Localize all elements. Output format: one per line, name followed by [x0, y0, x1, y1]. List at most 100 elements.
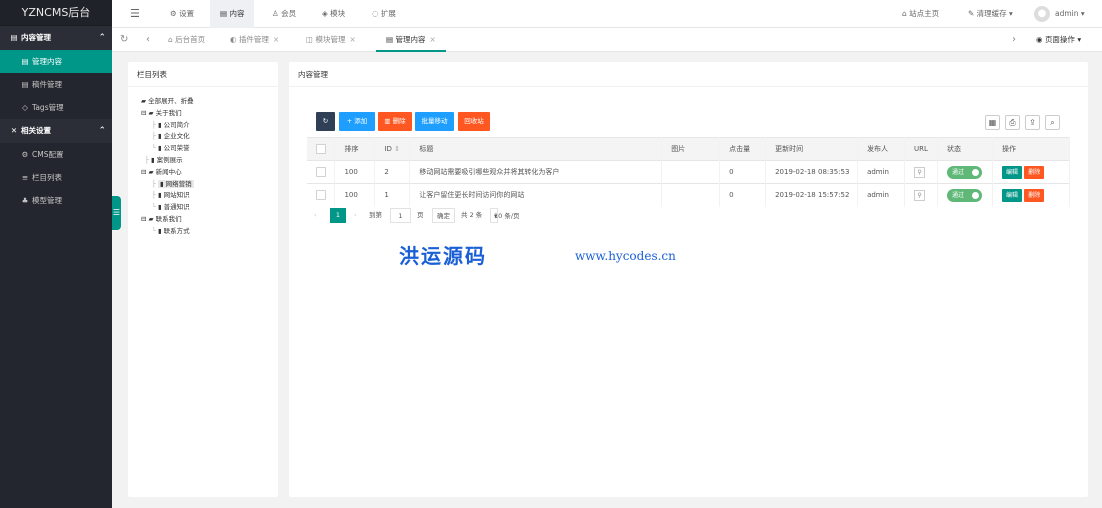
tabs-scroll-left-icon[interactable]: ‹: [142, 28, 154, 52]
tabs-scroll-right-icon[interactable]: ›: [1008, 28, 1020, 52]
tree-node[interactable]: ├ ▮ 企业文化: [141, 131, 278, 143]
content-table: 排序 ID ⇕ 标题 图片 点击量 更新时间 发布人 URL 状态 操作 100…: [307, 137, 1071, 207]
tab-plugins[interactable]: ◐ 插件管理 ×: [226, 28, 283, 52]
watermark-url: www.hycodes.cn: [575, 249, 676, 263]
col-image: 图片: [661, 137, 721, 161]
category-panel: 栏目列表 ▰ 全部展开、折叠 ⊟ ▰ 关于我们 ├ ▮ 公司简介 ├ ▮ 企业文…: [128, 62, 278, 497]
circle-dot-icon: ◉: [1036, 35, 1045, 44]
print-icon[interactable]: ⎙: [1005, 115, 1020, 130]
sidebar-group-content[interactable]: ▤ 内容管理 ⌃: [0, 26, 112, 50]
tab-manage-content[interactable]: ▤ 管理内容 ×: [376, 28, 446, 52]
row-checkbox[interactable]: [307, 160, 336, 184]
col-sort[interactable]: 排序: [334, 137, 376, 161]
export-icon[interactable]: ⇪: [1025, 115, 1040, 130]
refresh-table-button[interactable]: ↻: [316, 112, 335, 131]
tree-node[interactable]: ├ ▮ 公司简介: [141, 120, 278, 132]
row-checkbox[interactable]: [307, 183, 336, 207]
refresh-icon[interactable]: ↻: [116, 28, 132, 52]
tree-node-selected[interactable]: ├ ▮ 网络营销: [141, 179, 278, 191]
cell-id: 2: [374, 160, 411, 184]
link-icon[interactable]: ⚲: [914, 189, 926, 201]
tree-node[interactable]: ⊟ ▰ 关于我们: [141, 108, 278, 120]
confirm-button[interactable]: 确定: [432, 208, 455, 223]
cell-id: 1: [374, 183, 411, 207]
caret-down-icon: ▾: [494, 212, 498, 220]
minus-square-icon: ⊟: [141, 214, 149, 223]
table-row: 100 2 移动网站需要吸引哪些观众并将其转化为客户 0 2019-02-18 …: [307, 160, 1071, 184]
folder-icon: ▰: [148, 167, 156, 176]
topnav-content[interactable]: ▤ 内容: [210, 0, 255, 28]
col-updated: 更新时间: [765, 137, 859, 161]
sidebar-item-models[interactable]: ♣ 模型管理: [0, 189, 112, 212]
edit-button[interactable]: 编辑: [1001, 165, 1022, 179]
sidebar-item-tags[interactable]: ◇ Tags管理: [0, 96, 112, 119]
sidebar-item-cms-config[interactable]: ⚙ CMS配置: [0, 143, 112, 166]
tree-node[interactable]: └ ▮ 联系方式: [141, 226, 278, 238]
delete-row-button[interactable]: 删除: [1024, 165, 1045, 179]
recycle-bin-button[interactable]: 回收站: [458, 112, 490, 131]
status-toggle[interactable]: 通过: [947, 165, 982, 179]
tree-node[interactable]: └ ▮ 公司荣誉: [141, 143, 278, 155]
delete-row-button[interactable]: 删除: [1024, 188, 1045, 202]
page-current[interactable]: 1: [330, 208, 346, 223]
next-page-icon[interactable]: ›: [354, 208, 357, 223]
caret-down-icon: ▾: [1074, 35, 1082, 44]
tab-dashboard[interactable]: ⌂ 后台首页: [164, 28, 209, 52]
sidebar-item-drafts[interactable]: ▤ 稿件管理: [0, 73, 112, 96]
cell-updated: 2019-02-18 08:35:53: [765, 160, 859, 184]
tree-node[interactable]: ├ ▮ 网站知识: [141, 190, 278, 202]
cell-title[interactable]: 让客户留住更长时间访问你的网站: [409, 183, 663, 207]
batch-move-button[interactable]: 批量移动: [415, 112, 454, 131]
sidebar-item-category-list[interactable]: ≡ 栏目列表: [0, 166, 112, 189]
add-button[interactable]: + 添加: [339, 112, 375, 131]
tree-node[interactable]: └ ▮ 普通知识: [141, 202, 278, 214]
topnav-settings[interactable]: ⚙ 设置: [170, 0, 194, 28]
select-all-checkbox[interactable]: [307, 137, 336, 161]
per-page-select[interactable]: 10 条/页 ▾: [490, 208, 520, 223]
tree-expand-all[interactable]: ▰ 全部展开、折叠: [141, 96, 278, 108]
user-menu[interactable]: ● admin ▾: [1034, 0, 1085, 28]
avatar: ●: [1034, 6, 1050, 22]
columns-filter-icon[interactable]: ▦: [985, 115, 1000, 130]
sidebar-group-settings[interactable]: ✕ 相关设置 ⌃: [0, 119, 112, 143]
document-icon: ▤: [21, 57, 29, 66]
cell-actions: 编辑 删除: [992, 160, 1071, 184]
brush-icon: ✎: [968, 9, 977, 18]
status-toggle[interactable]: 通过: [947, 188, 982, 202]
cell-hits: 0: [719, 160, 767, 184]
col-id[interactable]: ID ⇕: [374, 137, 411, 161]
cell-title[interactable]: 移动网站需要吸引哪些观众并将其转化为客户: [409, 160, 663, 184]
cell-url: ⚲: [904, 160, 938, 184]
topnav-members[interactable]: ♙ 会员: [272, 0, 296, 28]
close-icon[interactable]: ×: [273, 35, 279, 44]
close-icon[interactable]: ×: [349, 35, 355, 44]
prev-page-icon[interactable]: ‹: [314, 208, 317, 223]
tab-modules[interactable]: ◫ 模块管理 ×: [302, 28, 360, 52]
folder-icon: ▰: [148, 108, 156, 117]
category-tree: ▰ 全部展开、折叠 ⊟ ▰ 关于我们 ├ ▮ 公司简介 ├ ▮ 企业文化 └ ▮…: [128, 87, 278, 238]
delete-button[interactable]: ▥ 删除: [378, 112, 412, 131]
search-icon[interactable]: ⌕: [1045, 115, 1060, 130]
goto-page-input[interactable]: 1: [390, 208, 411, 223]
topnav-extend[interactable]: ◌ 扩展: [372, 0, 396, 28]
edit-button[interactable]: 编辑: [1001, 188, 1022, 202]
page-operations-dropdown[interactable]: ◉ 页面操作 ▾: [1032, 28, 1085, 52]
tree-node[interactable]: ⊟ ▰ 新闻中心: [141, 167, 278, 179]
tree-node[interactable]: ├ ▮ 案例展示: [141, 155, 278, 167]
sidebar-item-manage-content[interactable]: ▤ 管理内容: [0, 50, 112, 73]
site-home-link[interactable]: ⌂ 站点主页: [902, 0, 939, 28]
sidebar-toggle-handle[interactable]: ☰: [112, 196, 121, 230]
table-header-row: 排序 ID ⇕ 标题 图片 点击量 更新时间 发布人 URL 状态 操作: [307, 137, 1071, 161]
col-actions: 操作: [992, 137, 1071, 161]
clear-cache-dropdown[interactable]: ✎ 清理缓存 ▾: [968, 0, 1013, 28]
link-icon[interactable]: ⚲: [914, 166, 926, 178]
tree-node[interactable]: ⊟ ▰ 联系我们: [141, 214, 278, 226]
col-url: URL: [904, 137, 938, 161]
close-icon[interactable]: ×: [429, 35, 435, 44]
menu-toggle-icon[interactable]: ☰: [130, 0, 140, 28]
top-navbar: ☰ ⚙ 设置 ▤ 内容 ♙ 会员 ◈ 模块 ◌ 扩展 ⌂ 站点主页 ✎ 清理缓存…: [112, 0, 1102, 28]
total-count: 共 2 条: [461, 211, 483, 219]
chevron-up-icon: ⌃: [98, 33, 106, 43]
goto-label: 到第: [369, 211, 382, 219]
topnav-modules[interactable]: ◈ 模块: [322, 0, 345, 28]
